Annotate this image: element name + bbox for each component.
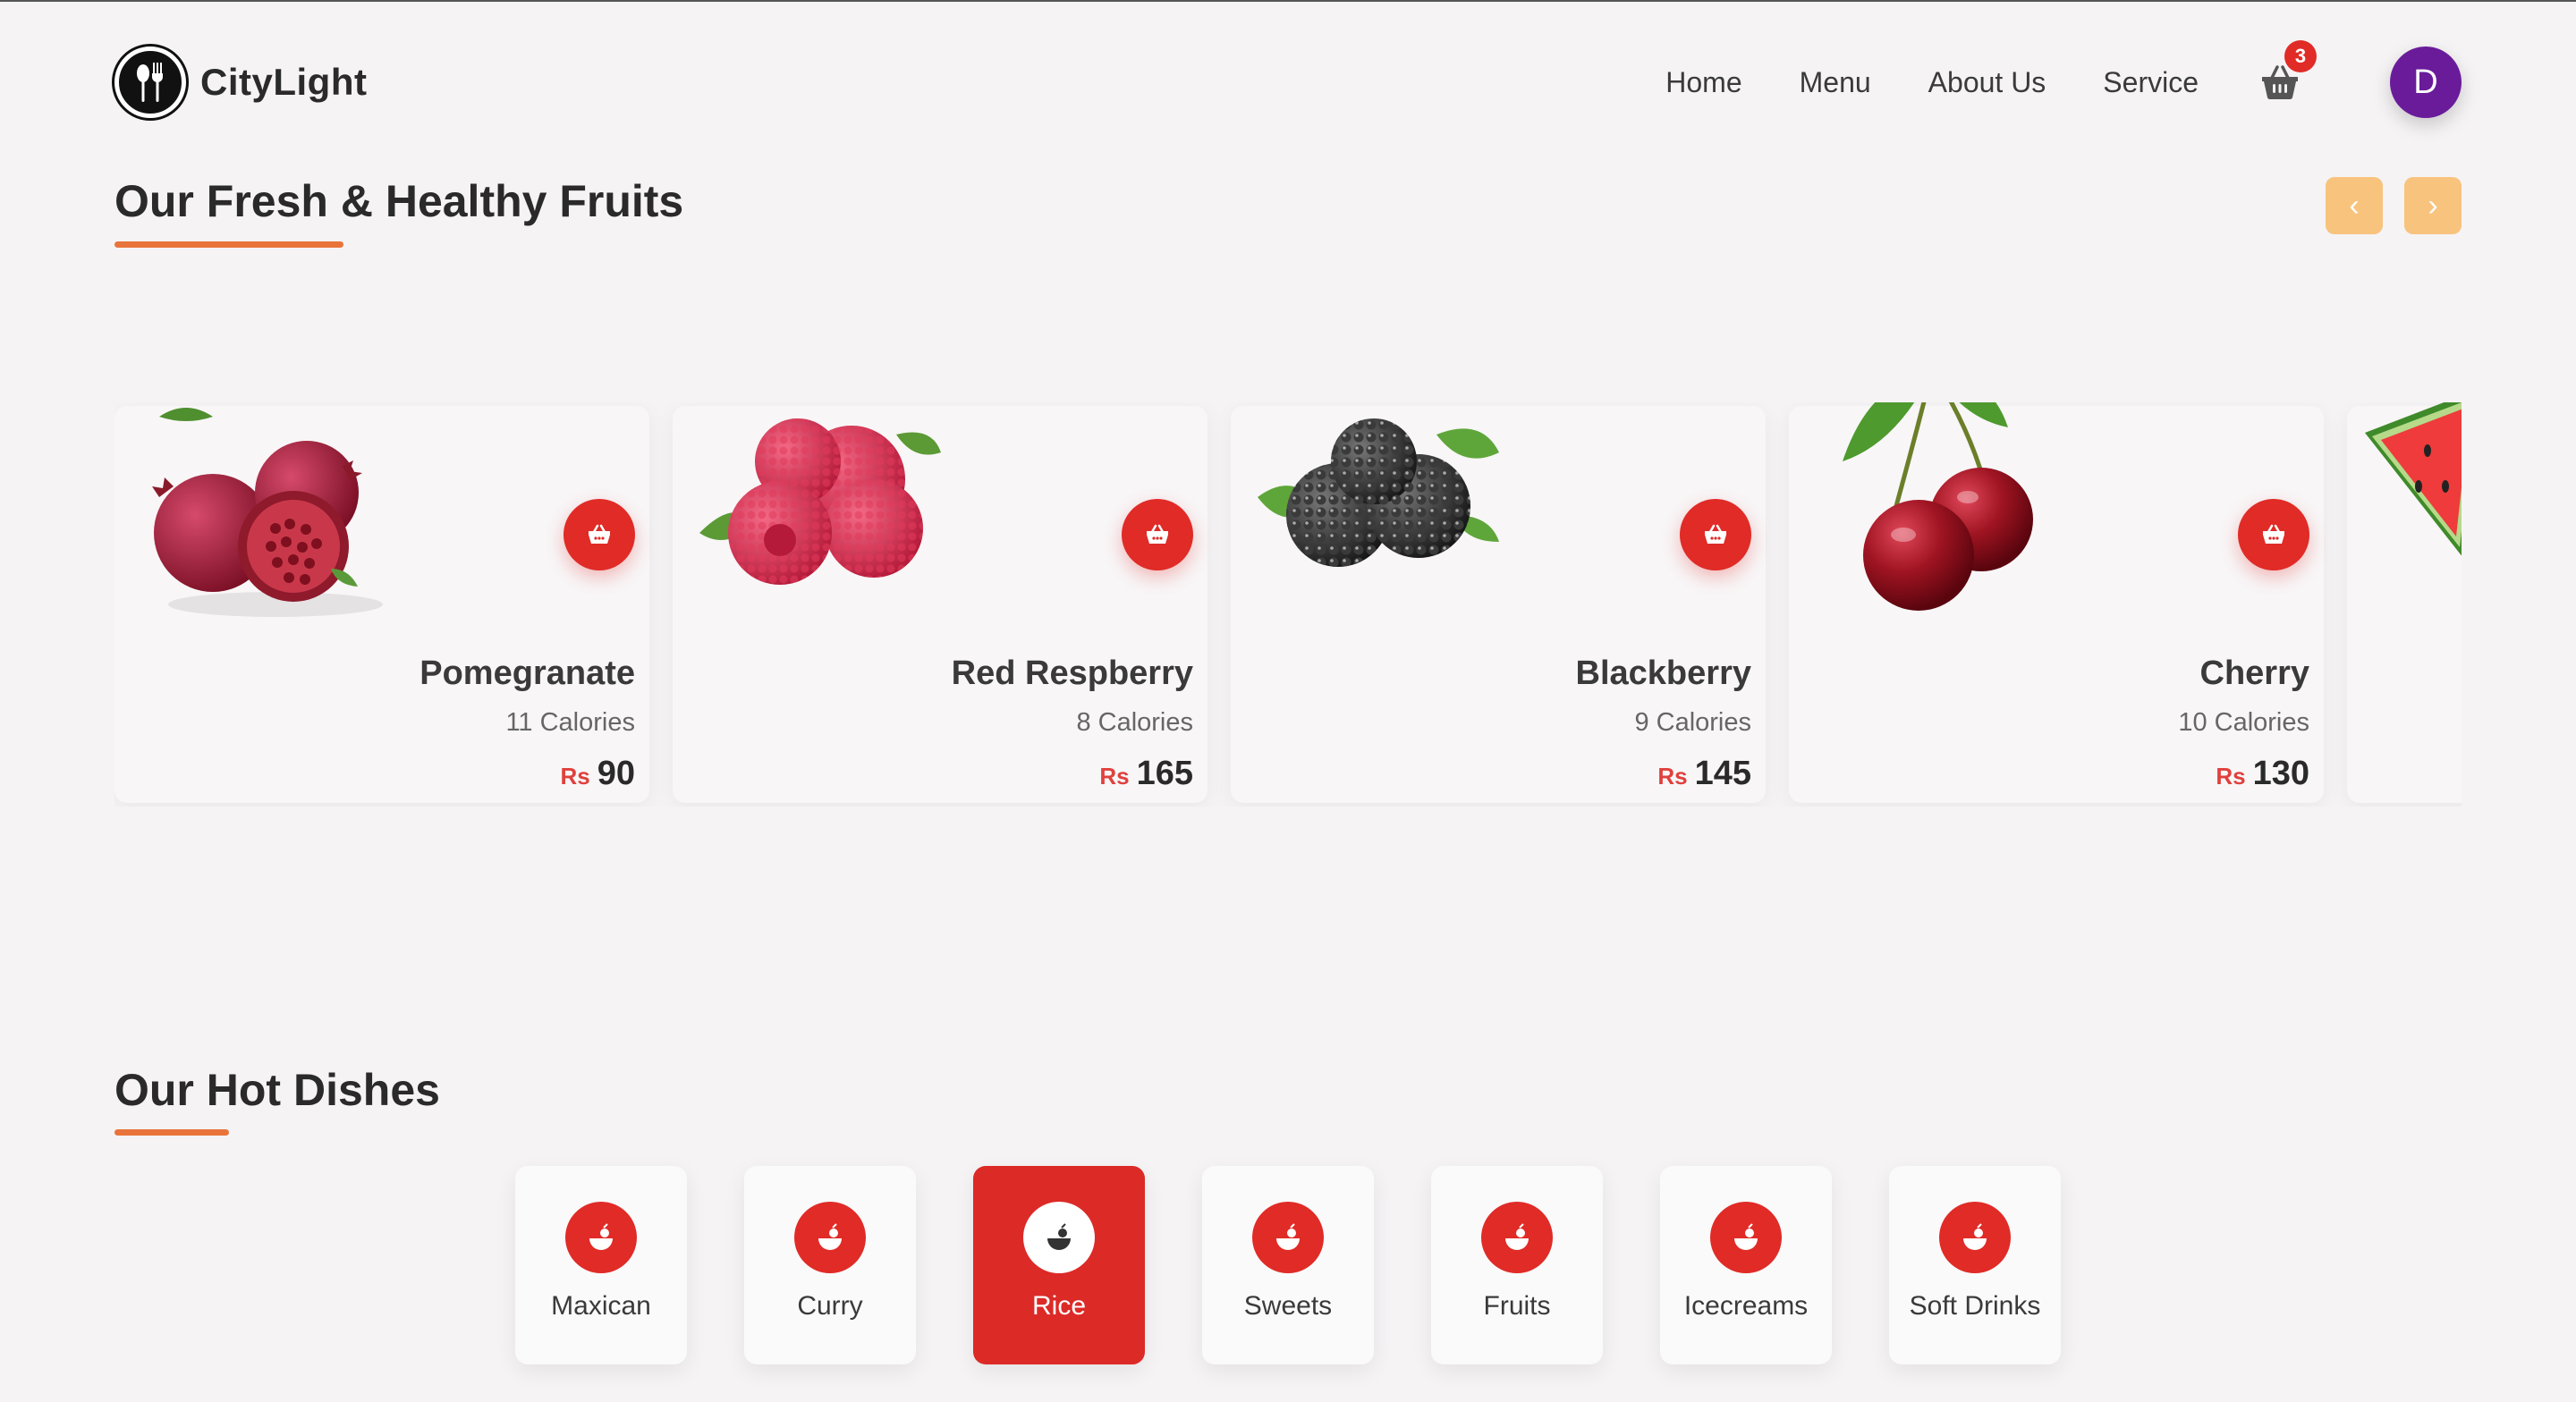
fruit-name: Blackberry — [1575, 655, 1751, 692]
price-value: 145 — [1694, 755, 1751, 792]
dish-icon — [794, 1202, 866, 1273]
category-rice[interactable]: Rice — [973, 1166, 1145, 1364]
fruit-price: Rs 130 — [2216, 755, 2309, 793]
title-underline — [114, 241, 343, 248]
brand-name: CityLight — [200, 61, 368, 103]
raspberry-image — [699, 418, 941, 585]
fruit-calories: 10 Calories — [2178, 708, 2309, 737]
category-label: Icecreams — [1683, 1291, 1809, 1321]
next-arrow-button[interactable]: › — [2404, 177, 2462, 234]
category-fruits[interactable]: Fruits — [1431, 1166, 1603, 1364]
fruit-calories: 11 Calories — [505, 708, 635, 737]
category-list: Maxican Curry Rice Sweets Fruits Icecrea… — [515, 1166, 2061, 1364]
fruit-price: Rs 90 — [560, 755, 635, 793]
fork-spoon-icon — [112, 44, 189, 121]
basket-icon — [589, 524, 610, 544]
chevron-left-icon: ‹ — [2349, 188, 2360, 223]
dish-icon — [1710, 1202, 1782, 1273]
fruit-price: Rs 145 — [1657, 755, 1751, 793]
fruit-price: Rs 165 — [1099, 755, 1193, 793]
fruit-card[interactable]: Blackberry 9 Calories Rs 145 — [1231, 406, 1766, 803]
nav-home[interactable]: Home — [1665, 66, 1741, 99]
cherry-image — [1843, 402, 2033, 611]
cart-count-badge: 3 — [2284, 40, 2317, 72]
dishes-section-title: Our Hot Dishes — [114, 1065, 440, 1115]
header: CityLight Home Menu About Us Service 3 D — [112, 40, 2462, 121]
category-label: Sweets — [1243, 1291, 1333, 1321]
fruits-section-title: Our Fresh & Healthy Fruits — [114, 176, 684, 226]
main-nav: Home Menu About Us Service 3 D — [1665, 40, 2462, 118]
category-label: Maxican — [551, 1291, 651, 1321]
category-label: Fruits — [1483, 1291, 1551, 1321]
nav-menu[interactable]: Menu — [1800, 66, 1871, 99]
add-to-cart-button[interactable] — [1680, 499, 1751, 570]
dish-icon — [1481, 1202, 1553, 1273]
basket-icon — [1147, 524, 1168, 544]
nav-about-us[interactable]: About Us — [1928, 66, 2046, 99]
fruit-calories: 9 Calories — [1634, 708, 1751, 737]
fruit-name: Cherry — [2199, 655, 2310, 692]
dish-icon — [565, 1202, 637, 1273]
category-maxican[interactable]: Maxican — [515, 1166, 687, 1364]
chevron-right-icon: › — [2428, 188, 2438, 223]
price-value: 130 — [2252, 755, 2309, 792]
category-icecreams[interactable]: Icecreams — [1660, 1166, 1832, 1364]
currency-label: Rs — [1099, 763, 1130, 790]
basket-icon — [2263, 524, 2284, 544]
add-to-cart-button[interactable] — [564, 499, 635, 570]
currency-label: Rs — [560, 763, 590, 790]
blackberry-image — [1258, 418, 1499, 567]
fruit-card[interactable] — [2347, 402, 2462, 803]
category-curry[interactable]: Curry — [744, 1166, 916, 1364]
dish-icon — [1939, 1202, 2011, 1273]
fruit-name: Red Respberry — [951, 655, 1193, 692]
dish-icon — [1252, 1202, 1324, 1273]
category-label: Soft Drinks — [1909, 1291, 2041, 1321]
basket-icon — [1705, 524, 1726, 544]
fruit-card[interactable]: Cherry 10 Calories Rs 130 — [1789, 402, 2324, 803]
category-sweets[interactable]: Sweets — [1202, 1166, 1374, 1364]
fruit-card[interactable]: Red Respberry 8 Calories Rs 165 — [673, 406, 1208, 803]
prev-arrow-button[interactable]: ‹ — [2326, 177, 2383, 234]
brand[interactable]: CityLight — [112, 44, 368, 121]
category-soft-drinks[interactable]: Soft Drinks — [1889, 1166, 2061, 1364]
fruit-calories: 8 Calories — [1076, 708, 1193, 737]
currency-label: Rs — [1657, 763, 1688, 790]
avatar[interactable]: D — [2390, 46, 2462, 118]
add-to-cart-button[interactable] — [1122, 499, 1193, 570]
title-underline — [114, 1129, 229, 1136]
price-value: 165 — [1136, 755, 1193, 792]
currency-label: Rs — [2216, 763, 2246, 790]
category-label: Rice — [1031, 1291, 1086, 1321]
price-value: 90 — [597, 755, 635, 792]
fruit-card[interactable]: Pomegranate 11 Calories Rs 90 — [114, 406, 649, 803]
dish-icon — [1023, 1202, 1095, 1273]
add-to-cart-button[interactable] — [2238, 499, 2309, 570]
fruit-name: Pomegranate — [419, 655, 635, 692]
fruit-carousel[interactable]: Pomegranate 11 Calories Rs 90 Red Respbe… — [114, 402, 2462, 807]
nav-service[interactable]: Service — [2103, 66, 2199, 99]
category-label: Curry — [797, 1291, 863, 1321]
pomegranate-image — [152, 408, 383, 617]
cart-button[interactable]: 3 — [2259, 40, 2317, 103]
watermelon-image — [2365, 402, 2462, 556]
